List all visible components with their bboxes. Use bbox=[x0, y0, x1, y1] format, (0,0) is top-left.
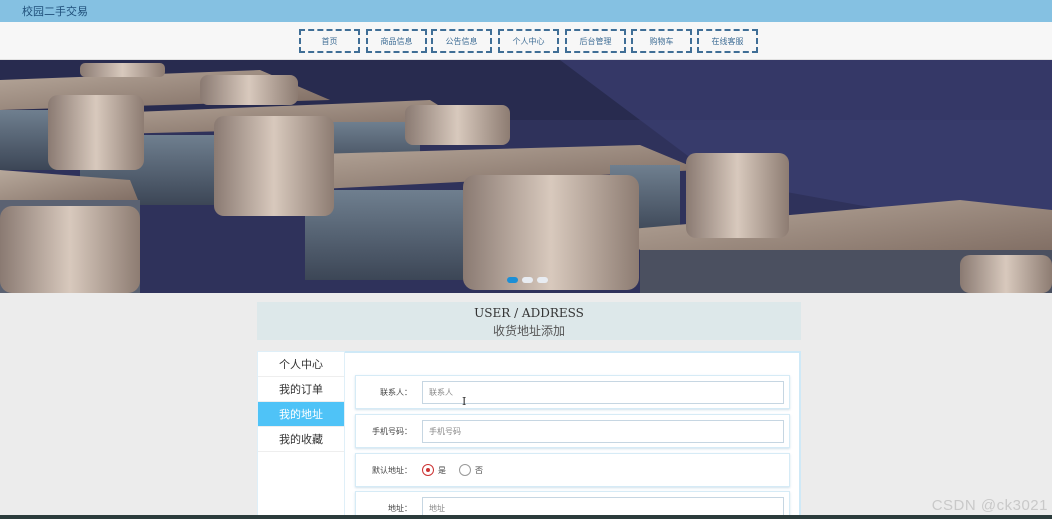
section-title-cn: 收货地址添加 bbox=[492, 324, 565, 338]
nav-personal-center[interactable]: 个人中心 bbox=[498, 29, 559, 53]
form-row-contact: 联系人： 联系人 bbox=[355, 375, 790, 409]
carousel-dots bbox=[507, 277, 548, 283]
form-row-default: 默认地址： 是 否 bbox=[355, 453, 790, 487]
default-address-label: 默认地址： bbox=[372, 466, 412, 475]
bottom-bar bbox=[0, 515, 1052, 519]
nav-products[interactable]: 商品信息 bbox=[366, 29, 427, 53]
default-yes-radio[interactable] bbox=[422, 464, 434, 476]
default-no-label: 否 bbox=[475, 466, 483, 475]
contact-label: 联系人： bbox=[380, 388, 412, 397]
site-brand[interactable]: 校园二手交易 bbox=[22, 3, 88, 19]
sidebar-item-my-orders[interactable]: 我的订单 bbox=[258, 377, 344, 402]
sidebar-item-my-favorites[interactable]: 我的收藏 bbox=[258, 427, 344, 452]
nav-cart[interactable]: 购物车 bbox=[631, 29, 692, 53]
top-bar: 校园二手交易 bbox=[0, 0, 1052, 22]
watermark: CSDN @ck3021 bbox=[931, 497, 1048, 514]
main-nav: 首页 商品信息 公告信息 个人中心 后台管理 购物车 在线客服 bbox=[0, 22, 1052, 60]
carousel-dot-3[interactable] bbox=[537, 277, 548, 283]
nav-admin[interactable]: 后台管理 bbox=[565, 29, 626, 53]
carousel-dot-1[interactable] bbox=[507, 277, 518, 283]
section-title-en: USER / ADDRESS bbox=[474, 306, 584, 320]
form-row-phone: 手机号码： 手机号码 bbox=[355, 414, 790, 448]
sidebar-item-personal-center[interactable]: 个人中心 bbox=[258, 352, 344, 377]
address-form-panel: 联系人： 联系人 手机号码： 手机号码 默认地址： 是 否 地址： 地址 bbox=[345, 351, 801, 519]
carousel-dot-2[interactable] bbox=[522, 277, 533, 283]
text-cursor-icon: I bbox=[462, 395, 467, 408]
default-no-radio[interactable] bbox=[459, 464, 471, 476]
section-header: USER / ADDRESS 收货地址添加 bbox=[257, 302, 801, 340]
nav-home[interactable]: 首页 bbox=[299, 29, 360, 53]
contact-input[interactable]: 联系人 bbox=[422, 381, 784, 404]
phone-input[interactable]: 手机号码 bbox=[422, 420, 784, 443]
address-label: 地址： bbox=[388, 504, 412, 513]
default-yes-label: 是 bbox=[438, 466, 446, 475]
banner-carousel[interactable] bbox=[0, 60, 1052, 293]
nav-customer-service[interactable]: 在线客服 bbox=[697, 29, 758, 53]
sidebar-item-my-address[interactable]: 我的地址 bbox=[258, 402, 344, 427]
nav-announcements[interactable]: 公告信息 bbox=[431, 29, 492, 53]
user-sidebar: 个人中心 我的订单 我的地址 我的收藏 bbox=[257, 351, 345, 519]
phone-label: 手机号码： bbox=[372, 427, 412, 436]
classroom-illustration bbox=[0, 60, 1052, 293]
